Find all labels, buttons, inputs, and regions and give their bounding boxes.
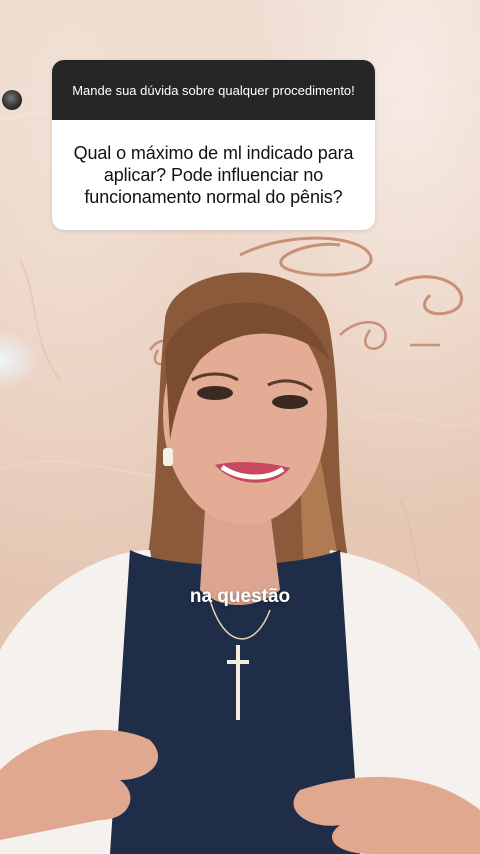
video-frame: Mande sua dúvida sobre qualquer procedim… — [0, 0, 480, 854]
security-camera — [2, 90, 22, 110]
question-sticker: Mande sua dúvida sobre qualquer procedim… — [52, 60, 375, 230]
subtitle-caption: na questão — [189, 586, 291, 607]
question-sticker-header: Mande sua dúvida sobre qualquer procedim… — [52, 60, 375, 120]
question-text: Qual o máximo de ml indicado para aplica… — [73, 143, 354, 207]
question-sticker-body: Qual o máximo de ml indicado para aplica… — [52, 120, 375, 230]
question-prompt: Mande sua dúvida sobre qualquer procedim… — [72, 82, 355, 98]
speaker-figure — [0, 272, 480, 854]
